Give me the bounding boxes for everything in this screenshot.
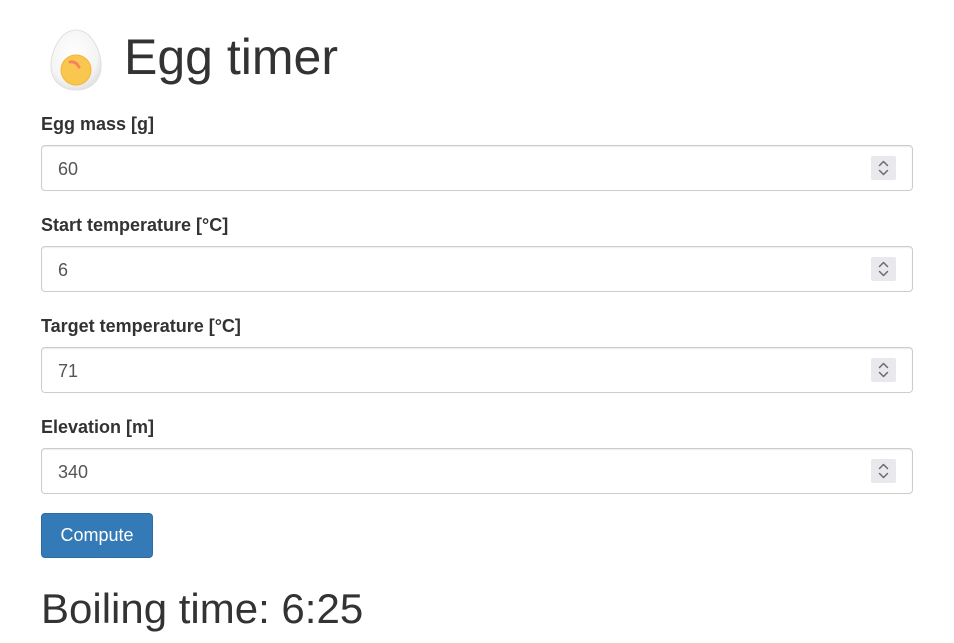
- egg-mass-spinner[interactable]: [871, 156, 896, 180]
- egg-mass-input[interactable]: 60: [41, 145, 913, 191]
- start-temperature-input[interactable]: 6: [41, 246, 913, 292]
- elevation-value: 340: [58, 462, 89, 482]
- boiling-time-result: Boiling time: 6:25: [41, 585, 364, 632]
- target-temperature-value: 71: [58, 361, 79, 381]
- elevation-label: Elevation [m]: [41, 417, 155, 437]
- target-temperature-input[interactable]: 71: [41, 347, 913, 393]
- start-temperature-spinner[interactable]: [871, 257, 896, 281]
- egg-mass-label: Egg mass [g]: [41, 114, 155, 134]
- target-temperature-label: Target temperature [°C]: [41, 316, 241, 336]
- elevation-spinner[interactable]: [871, 459, 896, 483]
- spinner-arrows-icon: [878, 463, 889, 479]
- spinner-arrows-icon: [878, 362, 889, 378]
- target-temperature-spinner[interactable]: [871, 358, 896, 382]
- elevation-input[interactable]: 340: [41, 448, 913, 494]
- start-temperature-label: Start temperature [°C]: [41, 215, 229, 235]
- target-temperature-field: Target temperature [°C] 71: [41, 316, 913, 393]
- egg-mass-value: 60: [58, 159, 79, 179]
- start-temperature-field: Start temperature [°C] 6: [41, 215, 913, 292]
- page-header: Egg timer: [46, 24, 338, 94]
- elevation-field: Elevation [m] 340: [41, 417, 913, 494]
- egg-icon: [50, 29, 102, 91]
- page-title: Egg timer: [124, 29, 338, 85]
- egg-timer-page: Egg timer Egg mass [g] 60 Start temperat…: [0, 0, 954, 643]
- spinner-arrows-icon: [878, 160, 889, 176]
- compute-button[interactable]: Compute: [41, 513, 153, 558]
- egg-mass-field: Egg mass [g] 60: [41, 114, 913, 191]
- spinner-arrows-icon: [878, 261, 889, 277]
- start-temperature-value: 6: [58, 260, 69, 280]
